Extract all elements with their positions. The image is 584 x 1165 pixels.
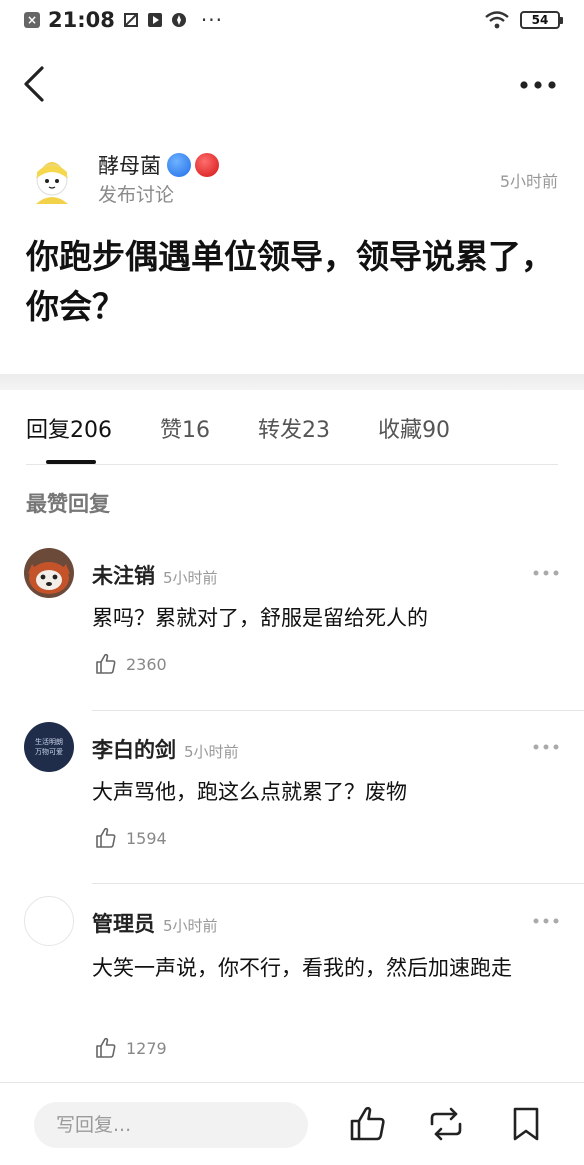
top-replies-heading: 最赞回复 [26,492,110,516]
author-name[interactable]: 酵母菌 [98,150,161,180]
comment-time: 5小时前 [163,569,218,587]
status-right: 54 [484,10,563,30]
tabs-divider [26,464,558,465]
status-more-dots: ··· [200,8,223,32]
tab-likes-count: 16 [182,418,211,443]
tab-favorites[interactable]: 收藏90 [378,412,450,444]
tab-favorites-count: 90 [422,418,451,443]
tab-reposts-count: 23 [302,418,331,443]
comment-like-button[interactable]: 2360 [94,652,167,676]
thumbs-up-icon [96,827,116,848]
avatar-text-line: 生活明朗 [35,738,63,746]
blue-badge-icon [167,153,191,177]
section-separator [0,374,584,390]
thumbs-up-icon [96,1037,116,1058]
comment-like-count: 1594 [126,828,167,848]
comment-more-icon[interactable] [532,568,560,578]
commenter-avatar[interactable] [24,548,74,598]
tab-reposts-label: 转发 [258,418,303,443]
comment-like-button[interactable]: 1279 [94,1036,167,1060]
avatar-text-line: 万物可爱 [35,748,63,756]
tab-replies-count: 206 [70,418,113,443]
tab-favorites-label: 收藏 [378,418,423,443]
tab-reposts[interactable]: 转发23 [258,412,330,444]
notification-x-icon: × [24,12,40,28]
no-sim-icon [123,13,138,27]
tab-bar: 回复206 赞16 转发23 收藏90 [26,412,498,444]
bookmark-icon[interactable] [506,1104,546,1144]
thumbs-up-icon [96,653,116,674]
comment-more-icon[interactable] [532,742,560,752]
wifi-icon [485,11,509,29]
video-app-icon [147,13,162,27]
comment-like-button[interactable]: 1594 [94,826,167,850]
author-avatar[interactable] [26,152,78,204]
commenter-name[interactable]: 未注销 [92,564,155,588]
comment-like-count: 2360 [126,654,167,674]
reply-input[interactable]: 写回复... [34,1102,308,1148]
back-arrow-icon[interactable] [18,62,54,106]
author-name-row[interactable]: 酵母菌 [98,150,219,180]
commenter-name-row[interactable]: 李白的剑 5小时前 [92,734,239,764]
tab-likes-label: 赞 [160,418,183,443]
commenter-name-row[interactable]: 管理员 5小时前 [92,908,218,938]
comment-time: 5小时前 [163,917,218,935]
comment-text: 大声骂他，跑这么点就累了？废物 [92,780,407,804]
tab-replies-label: 回复 [26,418,71,443]
battery-icon: 54 [520,11,563,29]
comment-divider [92,710,584,711]
tab-replies[interactable]: 回复206 [26,412,112,444]
comment-like-count: 1279 [126,1038,167,1058]
bottom-bar-divider [0,1082,584,1083]
comment-text: 大笑一声说，你不行，看我的，然后加速跑走 [92,956,512,980]
status-bar: × 21:08 ··· 54 [0,0,584,44]
tab-likes[interactable]: 赞16 [160,412,210,444]
post-time: 5小时前 [499,172,558,191]
commenter-name-row[interactable]: 未注销 5小时前 [92,560,218,590]
comment-divider [92,883,584,884]
comment-more-icon[interactable] [532,916,560,926]
post-subtitle: 发布讨论 [98,184,175,206]
more-options-icon[interactable] [516,70,560,100]
commenter-avatar[interactable] [24,896,74,946]
comment-time: 5小时前 [184,743,239,761]
comment-text: 累吗？累就对了，舒服是留给死人的 [92,606,428,630]
like-post-icon[interactable] [348,1104,388,1144]
commenter-avatar[interactable]: 生活明朗 万物可爱 [24,722,74,772]
post-title: 你跑步偶遇单位领导，领导说累了，你会？ [26,237,554,326]
status-left: × 21:08 ··· [24,8,223,32]
commenter-name[interactable]: 李白的剑 [92,738,176,762]
repost-icon[interactable] [426,1104,466,1144]
compass-app-icon [171,13,186,27]
status-time: 21:08 [48,8,115,32]
commenter-name[interactable]: 管理员 [92,912,155,936]
red-badge-icon [195,153,219,177]
